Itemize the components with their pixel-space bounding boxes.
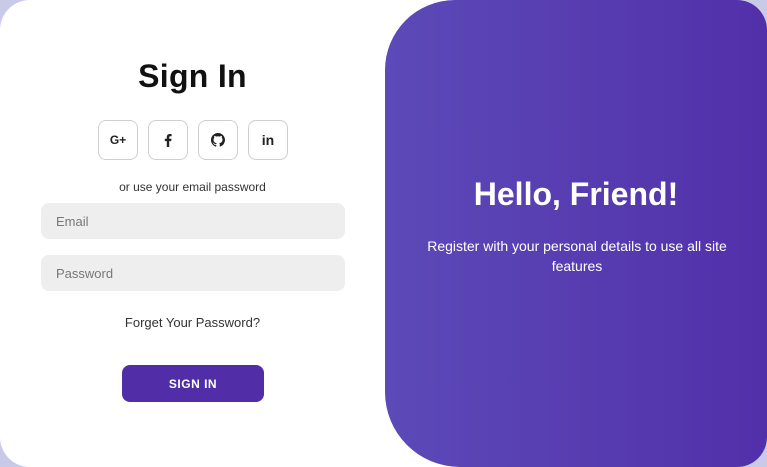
linkedin-icon: in: [261, 132, 275, 148]
or-use-email-text: or use your email password: [119, 180, 266, 194]
panel-text: Register with your personal details to u…: [427, 238, 727, 274]
github-button[interactable]: [198, 120, 238, 160]
panel-title: Hello, Friend!: [473, 176, 679, 212]
google-plus-icon: G+: [109, 133, 127, 147]
welcome-panel-content: Hello, Friend! Register with your person…: [385, 0, 767, 467]
password-input[interactable]: [41, 255, 345, 291]
github-icon: [211, 133, 225, 147]
welcome-panel: Hello, Friend! Register with your person…: [385, 0, 767, 467]
auth-card: Sign In G+ in or use your email password: [0, 0, 767, 467]
sign-in-button[interactable]: SIGN IN: [122, 365, 264, 402]
google-plus-button[interactable]: G+: [98, 120, 138, 160]
email-input[interactable]: [41, 203, 345, 239]
facebook-icon: [164, 133, 172, 147]
social-login-row: G+ in: [98, 120, 288, 160]
sign-in-form: Sign In G+ in or use your email password: [0, 0, 385, 467]
facebook-button[interactable]: [148, 120, 188, 160]
forgot-password-link[interactable]: Forget Your Password?: [0, 315, 385, 330]
linkedin-button[interactable]: in: [248, 120, 288, 160]
sign-in-title: Sign In: [138, 58, 247, 94]
